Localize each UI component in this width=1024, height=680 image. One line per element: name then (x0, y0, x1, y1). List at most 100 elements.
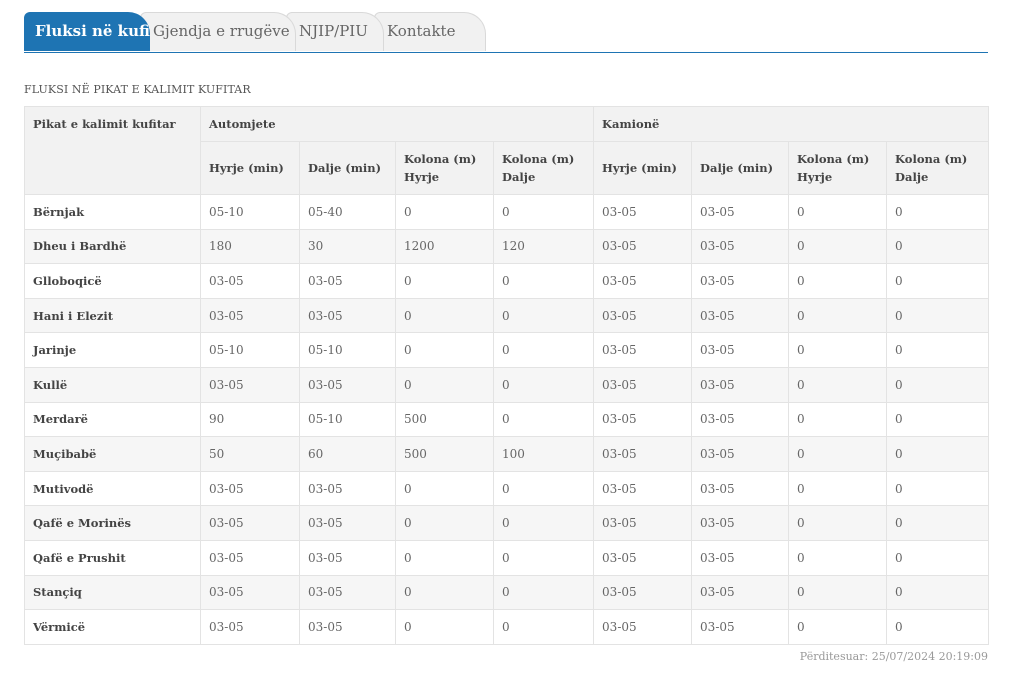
table-cell: 03-05 (691, 436, 790, 472)
table-cell: 0 (886, 366, 990, 403)
column-group-trucks: Kamionë (593, 106, 990, 142)
table-cell: 03-05 (691, 609, 790, 645)
table-cell: 03-05 (691, 539, 790, 576)
table-cell: 03-05 (593, 505, 693, 541)
table-cell: 0 (788, 470, 888, 507)
table-cell: 03-05 (200, 505, 300, 541)
table-row: Bërnjak 05-10 05-40 0 0 03-05 03-05 0 0 (24, 194, 990, 230)
table-cell: 0 (886, 436, 990, 472)
table-cell: 0 (395, 194, 494, 230)
table-cell: 03-05 (691, 401, 790, 438)
table-cell: 0 (886, 539, 990, 576)
table-row: Muçibabë 50 60 500 100 03-05 03-05 0 0 (24, 436, 990, 472)
table-cell: 0 (395, 470, 494, 507)
table-header-row: Pikat e kalimit kufitar Automjete Kamion… (24, 106, 990, 195)
table-cell: 0 (492, 332, 595, 368)
crossing-point-name: Jarinje (24, 332, 201, 368)
table-cell: 03-05 (299, 263, 396, 299)
crossing-point-name: Dheu i Bardhë (24, 228, 201, 265)
column-header: Kolona (m) Dalje (492, 141, 595, 195)
table-cell: 03-05 (200, 470, 300, 507)
table-cell: 0 (492, 263, 595, 299)
last-updated-timestamp: Përditesuar: 25/07/2024 20:19:09 (799, 649, 988, 663)
table-cell: 0 (886, 470, 990, 507)
table-cell: 05-10 (299, 401, 396, 438)
table-row: Dheu i Bardhë 180 30 1200 120 03-05 03-05 0 0 (24, 228, 990, 265)
table-cell: 03-05 (299, 366, 396, 403)
table-cell: 0 (788, 366, 888, 403)
section-title: FLUKSI NË PIKAT E KALIMIT KUFITAR (24, 83, 251, 96)
crossing-point-name: Vërmicë (24, 609, 201, 645)
table-cell: 03-05 (593, 263, 693, 299)
column-header: Hyrje (min) (593, 141, 693, 195)
table-cell: 0 (395, 505, 494, 541)
table-cell: 500 (395, 436, 494, 472)
crossing-point-name: Hani i Elezit (24, 297, 201, 334)
column-header-crossing-point: Pikat e kalimit kufitar (24, 106, 201, 195)
table-cell: 0 (886, 574, 990, 611)
border-flux-table: Pikat e kalimit kufitar Automjete Kamion… (24, 106, 990, 645)
tab-bar: Fluksi në kufi Gjendja e rrugëve NJIP/PI… (24, 12, 988, 53)
table-cell: 0 (788, 263, 888, 299)
table-cell: 03-05 (593, 470, 693, 507)
table-row: Qafë e Morinës 03-05 03-05 0 0 03-05 03-05 0 0 (24, 505, 990, 541)
table-cell: 0 (492, 194, 595, 230)
table-cell: 500 (395, 401, 494, 438)
table-cell: 03-05 (593, 574, 693, 611)
tab-fluksi-ne-kufi[interactable]: Fluksi në kufi (24, 12, 150, 51)
table-cell: 03-05 (593, 194, 693, 230)
table-cell: 0 (492, 366, 595, 403)
table-cell: 03-05 (691, 228, 790, 265)
table-cell: 120 (492, 228, 595, 265)
crossing-point-name: Mutivodë (24, 470, 201, 507)
table-cell: 03-05 (200, 297, 300, 334)
table-row: Jarinje 05-10 05-10 0 0 03-05 03-05 0 0 (24, 332, 990, 368)
table-cell: 0 (788, 539, 888, 576)
column-header: Kolona (m) Hyrje (395, 141, 494, 195)
table-cell: 0 (492, 609, 595, 645)
crossing-point-name: Stançiq (24, 574, 201, 611)
table-cell: 0 (788, 332, 888, 368)
table-cell: 0 (395, 574, 494, 611)
table-cell: 0 (886, 194, 990, 230)
table-cell: 03-05 (691, 263, 790, 299)
table-cell: 03-05 (691, 366, 790, 403)
table-cell: 0 (886, 505, 990, 541)
table-cell: 0 (886, 228, 990, 265)
table-cell: 03-05 (299, 539, 396, 576)
crossing-point-name: Glloboqicë (24, 263, 201, 299)
crossing-point-name: Qafë e Prushit (24, 539, 201, 576)
table-cell: 0 (492, 574, 595, 611)
table-cell: 03-05 (593, 366, 693, 403)
table-cell: 03-05 (299, 505, 396, 541)
table-cell: 0 (492, 505, 595, 541)
table-cell: 0 (492, 297, 595, 334)
tab-njip-piu[interactable]: NJIP/PIU (286, 12, 384, 51)
table-row: Glloboqicë 03-05 03-05 0 0 03-05 03-05 0 0 (24, 263, 990, 299)
table-cell: 03-05 (691, 470, 790, 507)
tab-gjendja-e-rrugeve[interactable]: Gjendja e rrugëve (140, 12, 296, 51)
table-cell: 03-05 (200, 539, 300, 576)
table-cell: 0 (788, 505, 888, 541)
table-cell: 0 (788, 194, 888, 230)
table-cell: 0 (788, 401, 888, 438)
table-cell: 03-05 (691, 332, 790, 368)
table-cell: 03-05 (593, 436, 693, 472)
table-cell: 30 (299, 228, 396, 265)
table-cell: 180 (200, 228, 300, 265)
table-row: Hani i Elezit 03-05 03-05 0 0 03-05 03-05 0 0 (24, 297, 990, 334)
table-cell: 03-05 (299, 297, 396, 334)
table-cell: 0 (788, 297, 888, 334)
table-cell: 0 (788, 609, 888, 645)
table-cell: 03-05 (593, 297, 693, 334)
table-cell: 03-05 (691, 297, 790, 334)
table-cell: 0 (788, 436, 888, 472)
crossing-point-name: Muçibabë (24, 436, 201, 472)
table-cell: 03-05 (593, 401, 693, 438)
table-cell: 03-05 (691, 505, 790, 541)
table-cell: 03-05 (593, 609, 693, 645)
table-cell: 0 (886, 332, 990, 368)
table-cell: 90 (200, 401, 300, 438)
table-cell: 0 (395, 366, 494, 403)
tab-kontakte[interactable]: Kontakte (374, 12, 486, 51)
